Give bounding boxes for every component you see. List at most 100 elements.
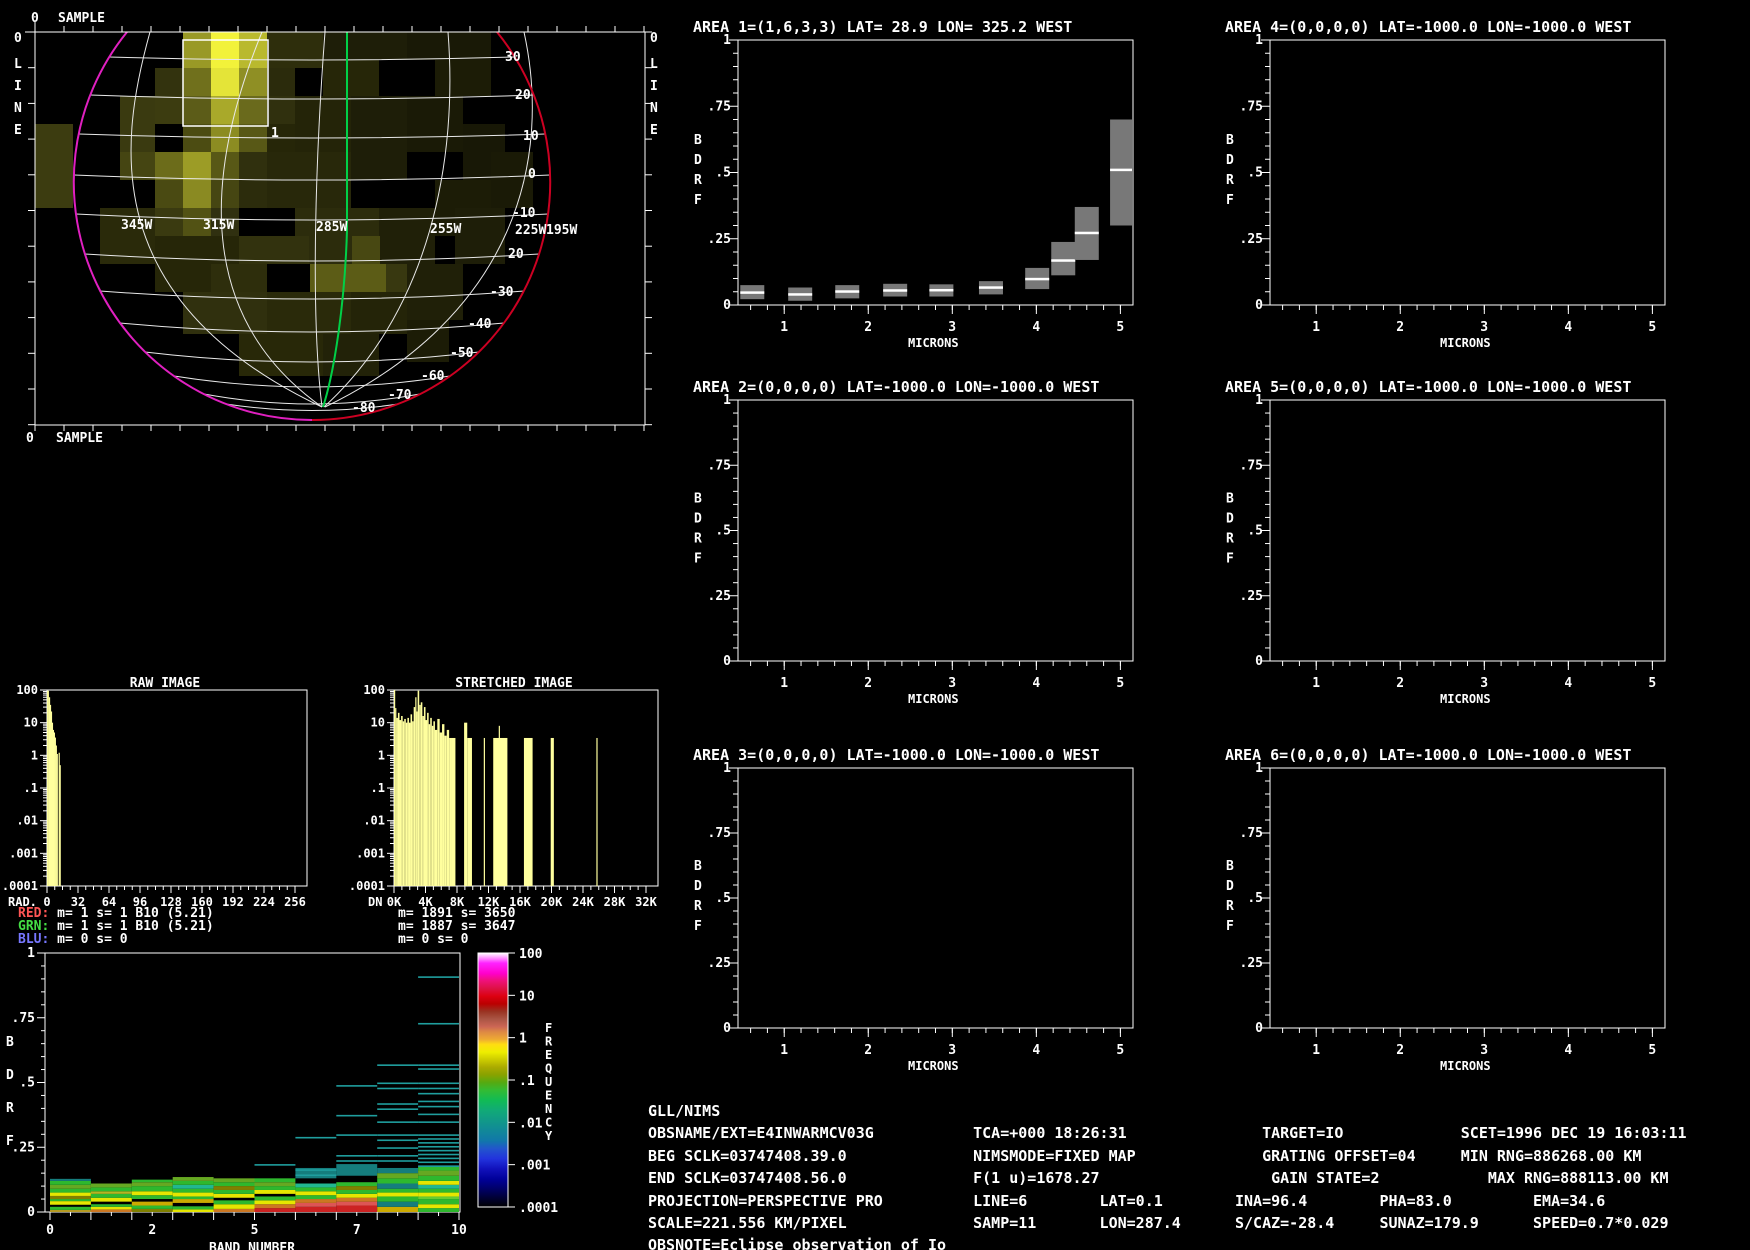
svg-text:5: 5 — [1116, 320, 1124, 335]
svg-text:3: 3 — [1480, 320, 1488, 335]
svg-text:195W: 195W — [546, 223, 577, 238]
svg-text:.01: .01 — [519, 1116, 543, 1131]
info-line-endsclk: END SCLK=03747408.56.0 F(1 u)=1678.27 GA… — [648, 1167, 1687, 1189]
frequency-colorbar — [478, 953, 508, 1207]
svg-text:D: D — [1226, 879, 1234, 894]
sample-axis-zero: 0 — [31, 11, 39, 26]
svg-text:.75: .75 — [12, 1011, 35, 1026]
svg-text:F: F — [545, 1021, 552, 1035]
svg-text:.1: .1 — [371, 781, 385, 795]
svg-text:B: B — [6, 1035, 14, 1050]
svg-text:3: 3 — [948, 676, 956, 691]
svg-text:-40: -40 — [468, 317, 492, 332]
svg-text:F: F — [1226, 551, 1234, 566]
svg-text:F: F — [694, 193, 702, 208]
svg-text:4: 4 — [1564, 676, 1572, 691]
svg-text:5: 5 — [251, 1223, 259, 1238]
svg-text:1: 1 — [723, 393, 731, 408]
band-number-plot: 1.75.5.250025710BAND NUMBERBDRF100101.1.… — [0, 940, 620, 1250]
svg-text:.0001: .0001 — [519, 1201, 558, 1216]
svg-text:.5: .5 — [715, 166, 731, 181]
svg-text:2: 2 — [1396, 676, 1404, 691]
svg-text:2: 2 — [864, 676, 872, 691]
svg-text:4: 4 — [1032, 320, 1040, 335]
svg-text:F: F — [1226, 193, 1234, 208]
svg-text:20K: 20K — [541, 895, 563, 909]
svg-text:2: 2 — [1396, 1043, 1404, 1058]
svg-text:20: 20 — [508, 247, 524, 262]
svg-text:10: 10 — [519, 989, 535, 1004]
info-line-obsnote: OBSNOTE=Eclipse observation of Io — [648, 1234, 1687, 1250]
svg-text:R: R — [694, 531, 702, 546]
svg-text:4: 4 — [1032, 1043, 1040, 1058]
svg-text:225W: 225W — [515, 223, 546, 238]
info-line-begsclk: BEG SCLK=03747408.39.0 NIMSMODE=FIXED MA… — [648, 1145, 1687, 1167]
svg-text:285W: 285W — [316, 220, 347, 235]
spectrum-title: AREA 4=(0,0,0,0) LAT=-1000.0 LON=-1000.0… — [1225, 18, 1631, 36]
svg-text:-30: -30 — [490, 285, 514, 300]
svg-text:B: B — [1226, 859, 1234, 874]
svg-text:R: R — [6, 1101, 14, 1116]
svg-text:D: D — [1226, 511, 1234, 526]
svg-text:1: 1 — [1312, 320, 1320, 335]
svg-text:1: 1 — [378, 748, 385, 762]
x-axis-label: MICRONS — [908, 336, 959, 350]
svg-text:1: 1 — [780, 1043, 788, 1058]
bottom-axis-zero: 0 — [26, 431, 34, 446]
svg-text:.5: .5 — [1247, 166, 1263, 181]
svg-text:F: F — [1226, 919, 1234, 934]
svg-text:E: E — [545, 1089, 552, 1103]
svg-text:192: 192 — [222, 895, 244, 909]
svg-text:.001: .001 — [356, 846, 385, 860]
svg-text:B: B — [1226, 491, 1234, 506]
svg-text:-80: -80 — [352, 401, 376, 416]
svg-text:1: 1 — [780, 320, 788, 335]
line-axis-zero: 0 — [14, 31, 22, 46]
svg-text:Q: Q — [545, 1062, 552, 1076]
svg-text:.5: .5 — [19, 1076, 35, 1091]
svg-text:B: B — [694, 859, 702, 874]
svg-text:.75: .75 — [1240, 458, 1263, 473]
axes-ticks — [1261, 40, 1652, 314]
svg-text:24K: 24K — [572, 895, 594, 909]
svg-text:.75: .75 — [708, 99, 731, 114]
planet-image-panel[interactable]: 0 SAMPLE 0 0 0 SAMPLE 1 345W315W285W255W… — [0, 0, 680, 500]
svg-text:0: 0 — [723, 298, 731, 313]
svg-text:5: 5 — [1648, 676, 1656, 691]
area1-marker: 1 — [271, 126, 279, 141]
svg-text:.75: .75 — [1240, 99, 1263, 114]
svg-text:.75: .75 — [708, 458, 731, 473]
svg-text:U: U — [545, 1075, 552, 1089]
svg-text:3: 3 — [948, 320, 956, 335]
svg-text:5: 5 — [1116, 1043, 1124, 1058]
spectrum-panel-area5: AREA 5=(0,0,0,0) LAT=-1000.0 LON=-1000.0… — [1130, 362, 1715, 714]
svg-text:0: 0 — [27, 1205, 35, 1220]
svg-text:0: 0 — [723, 654, 731, 669]
svg-text:.25: .25 — [1240, 589, 1263, 604]
svg-text:R: R — [694, 173, 702, 188]
x-axis-label: MICRONS — [908, 1059, 959, 1073]
svg-text:F: F — [694, 919, 702, 934]
svg-text:F: F — [6, 1134, 14, 1149]
spectrum-panel-area6: AREA 6=(0,0,0,0) LAT=-1000.0 LON=-1000.0… — [1130, 730, 1715, 1082]
svg-text:R: R — [1226, 173, 1234, 188]
planet-pixel-patches — [35, 32, 533, 376]
svg-text:.0001: .0001 — [349, 879, 385, 893]
svg-text:5: 5 — [1116, 676, 1124, 691]
svg-text:-50: -50 — [450, 346, 474, 361]
svg-text:.25: .25 — [12, 1140, 35, 1155]
svg-text:.75: .75 — [1240, 826, 1263, 841]
svg-text:R: R — [1226, 899, 1234, 914]
svg-text:3: 3 — [1480, 1043, 1488, 1058]
svg-text:D: D — [694, 879, 702, 894]
spectrum-title: AREA 5=(0,0,0,0) LAT=-1000.0 LON=-1000.0… — [1225, 378, 1631, 396]
svg-text:1: 1 — [723, 33, 731, 48]
info-line-scale: SCALE=221.556 KM/PIXEL SAMP=11 LON=287.4… — [648, 1212, 1687, 1234]
svg-text:10: 10 — [523, 129, 539, 144]
svg-text:.5: .5 — [715, 524, 731, 539]
svg-text:D: D — [6, 1068, 14, 1083]
svg-text:N: N — [14, 101, 22, 116]
spectrum-data-boxes — [740, 120, 1132, 301]
observation-info-block: GLL/NIMS OBSNAME/EXT=E4INWARMCV03G TCA=+… — [648, 1100, 1687, 1250]
svg-text:1: 1 — [519, 1032, 527, 1047]
